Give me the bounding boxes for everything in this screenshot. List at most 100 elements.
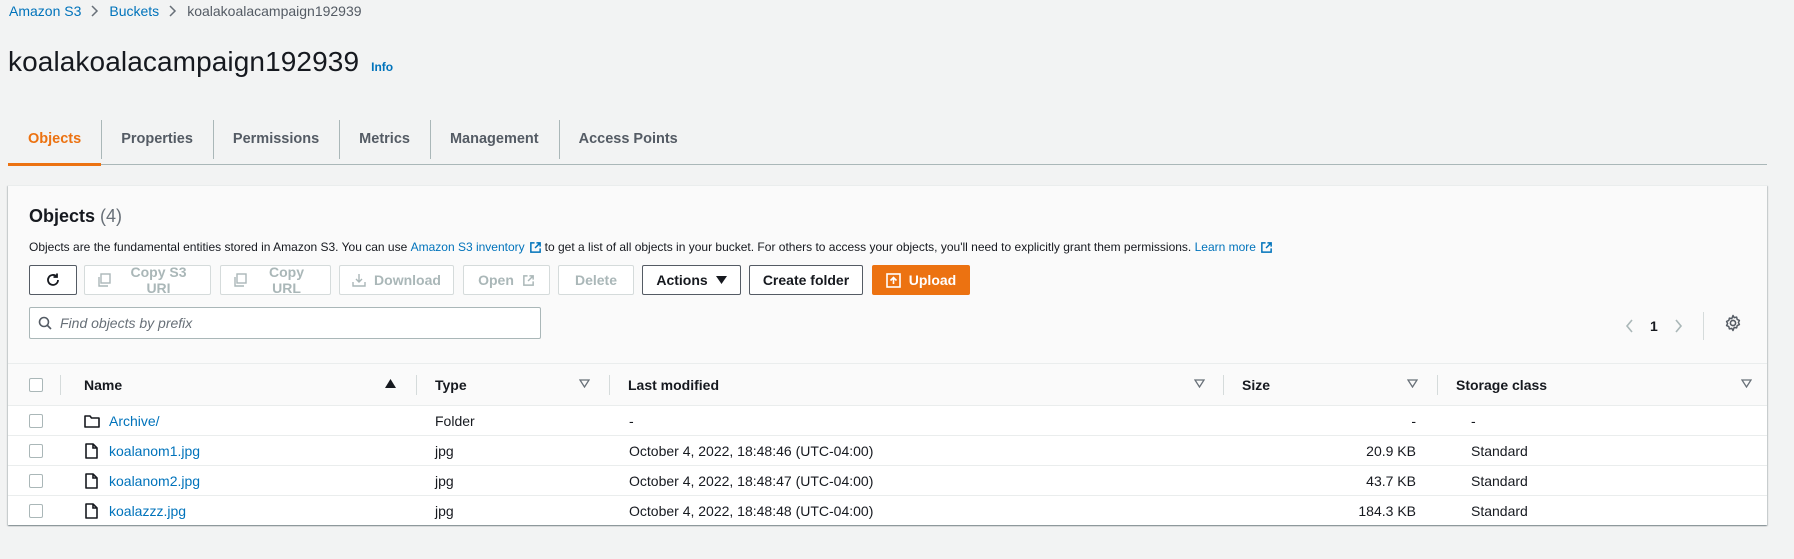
gear-icon[interactable] [1724, 314, 1742, 332]
objects-panel-header: Objects (4) Objects are the fundamental … [8, 186, 1767, 364]
actions-dropdown[interactable]: Actions [642, 265, 741, 295]
upload-label: Upload [908, 272, 957, 288]
object-name-link[interactable]: koalanom2.jpg [109, 466, 200, 496]
tab-metrics[interactable]: Metrics [339, 114, 430, 165]
open-label: Open [478, 272, 514, 288]
caret-down-icon [715, 276, 727, 284]
download-label: Download [374, 272, 441, 288]
delete-label: Delete [574, 272, 618, 288]
copy-icon [97, 273, 111, 287]
table-row: koalazzz.jpg jpg October 4, 2022, 18:48:… [8, 496, 1767, 526]
row-checkbox[interactable] [29, 474, 43, 488]
object-last-modified: October 4, 2022, 18:48:46 (UTC-04:00) [629, 443, 874, 459]
column-divider [1223, 375, 1224, 395]
object-storage-class: Standard [1471, 503, 1528, 519]
copy-url-button[interactable]: Copy URL [220, 264, 331, 296]
delete-button[interactable]: Delete [558, 265, 634, 295]
object-name-link[interactable]: koalanom1.jpg [109, 436, 200, 466]
folder-icon [84, 406, 100, 436]
objects-panel: Objects (4) Objects are the fundamental … [8, 185, 1767, 525]
actions-label: Actions [656, 272, 708, 288]
object-type: jpg [435, 443, 454, 459]
chevron-right-icon [91, 5, 99, 17]
tab-management[interactable]: Management [429, 114, 559, 165]
sort-icon[interactable] [1741, 379, 1752, 388]
create-folder-button[interactable]: Create folder [749, 265, 863, 295]
page-header: koalakoalacampaign192939 Info [8, 46, 393, 78]
file-icon [85, 436, 98, 466]
object-last-modified: - [629, 413, 634, 429]
objects-title: Objects [29, 206, 96, 226]
external-link-icon [529, 241, 542, 254]
sort-icon[interactable] [1194, 379, 1205, 388]
row-checkbox[interactable] [29, 414, 43, 428]
copy-icon [233, 273, 247, 287]
object-size: 20.9 KB [1366, 443, 1416, 459]
external-link-icon [1260, 241, 1273, 254]
current-page[interactable]: 1 [1650, 318, 1658, 334]
object-name-link[interactable]: Archive/ [109, 406, 160, 436]
description-text-2: to get a list of all objects in your buc… [544, 240, 1192, 254]
create-folder-label: Create folder [762, 272, 850, 288]
column-header-type[interactable]: Type [435, 364, 467, 406]
row-checkbox[interactable] [29, 444, 43, 458]
object-type: Folder [435, 413, 475, 429]
column-divider [416, 375, 417, 395]
sort-icon[interactable] [1407, 379, 1418, 388]
column-header-storage-class[interactable]: Storage class [1456, 364, 1547, 406]
tab-access-points[interactable]: Access Points [558, 114, 698, 165]
column-divider [609, 375, 610, 395]
learn-more-link[interactable]: Learn more [1195, 240, 1256, 254]
object-type: jpg [435, 503, 454, 519]
search-input[interactable] [60, 315, 520, 331]
copy-url-label: Copy URL [269, 264, 304, 296]
column-header-size[interactable]: Size [1242, 364, 1270, 406]
refresh-button[interactable] [29, 265, 77, 295]
sort-icon[interactable] [579, 379, 590, 388]
download-button[interactable]: Download [339, 265, 454, 295]
row-checkbox[interactable] [29, 504, 43, 518]
breadcrumb-buckets[interactable]: Buckets [109, 3, 159, 19]
column-header-name[interactable]: Name [84, 364, 122, 406]
object-storage-class: Standard [1471, 443, 1528, 459]
refresh-icon [45, 272, 61, 288]
upload-icon [885, 272, 901, 288]
copy-s3-uri-button[interactable]: Copy S3 URI [84, 264, 211, 296]
objects-description: Objects are the fundamental entities sto… [29, 240, 1276, 254]
column-divider [60, 375, 61, 395]
select-all-checkbox[interactable] [29, 378, 43, 392]
file-icon [85, 466, 98, 496]
object-name-link[interactable]: koalazzz.jpg [109, 496, 186, 526]
tab-permissions[interactable]: Permissions [212, 114, 339, 165]
description-text: Objects are the fundamental entities sto… [29, 240, 408, 254]
table-row: Archive/ Folder - - - [8, 406, 1767, 436]
inventory-link[interactable]: Amazon S3 inventory [411, 240, 525, 254]
download-icon [352, 273, 366, 287]
object-storage-class: - [1471, 413, 1476, 429]
external-link-icon [522, 274, 535, 287]
pager-divider [1702, 312, 1704, 340]
breadcrumb: Amazon S3 Buckets koalakoalacampaign1929… [9, 2, 362, 20]
column-divider [1437, 375, 1438, 395]
chevron-right-icon [169, 5, 177, 17]
objects-heading: Objects (4) [29, 206, 122, 227]
bucket-tabs: Objects Properties Permissions Metrics M… [8, 114, 1767, 166]
object-storage-class: Standard [1471, 473, 1528, 489]
search-icon [38, 316, 52, 330]
sort-ascending-icon[interactable] [385, 379, 396, 388]
table-header: Name Type Last modified Size Storage cla… [8, 364, 1767, 406]
breadcrumb-amazon-s3[interactable]: Amazon S3 [9, 3, 81, 19]
object-type: jpg [435, 473, 454, 489]
upload-button[interactable]: Upload [872, 265, 970, 295]
object-last-modified: October 4, 2022, 18:48:47 (UTC-04:00) [629, 473, 874, 489]
open-button[interactable]: Open [463, 265, 550, 295]
object-last-modified: October 4, 2022, 18:48:48 (UTC-04:00) [629, 503, 874, 519]
page-title: koalakoalacampaign192939 [8, 46, 360, 77]
next-page-icon[interactable] [1674, 319, 1683, 333]
tab-properties[interactable]: Properties [101, 114, 213, 165]
info-link[interactable]: Info [371, 60, 393, 74]
file-icon [85, 496, 98, 526]
column-header-last-modified[interactable]: Last modified [628, 364, 719, 406]
prev-page-icon[interactable] [1625, 319, 1634, 333]
tab-objects[interactable]: Objects [8, 114, 102, 166]
